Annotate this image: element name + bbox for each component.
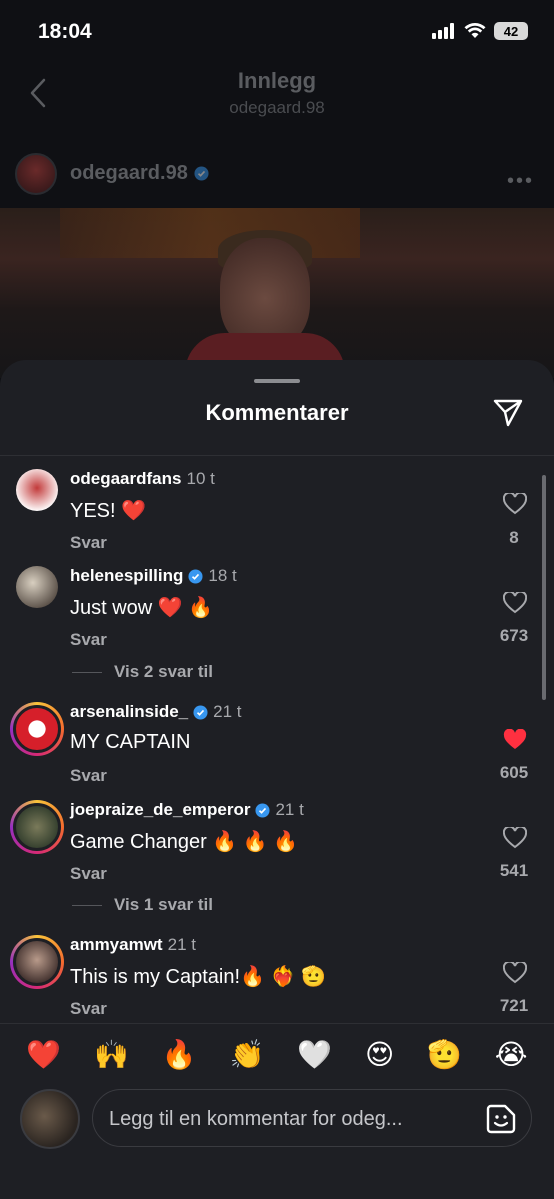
like-count: 721 (499, 996, 529, 1015)
comment-avatar[interactable] (10, 800, 64, 854)
heart-icon[interactable] (502, 590, 528, 619)
comment-username[interactable]: odegaardfans (70, 469, 181, 489)
reply-button[interactable]: Svar (70, 999, 107, 1019)
post-photo (0, 208, 554, 378)
comment-avatar[interactable] (10, 935, 64, 989)
post-avatar[interactable] (15, 153, 57, 195)
comment-username[interactable]: ammyamwt (70, 935, 163, 955)
reply-button[interactable]: Svar (70, 630, 107, 650)
like-count: 541 (499, 861, 529, 880)
reply-button[interactable]: Svar (70, 864, 107, 884)
comment-avatar[interactable] (16, 566, 58, 608)
more-options-icon[interactable]: ••• (507, 170, 534, 193)
comment-input-placeholder: Legg til en kommentar for odeg... (109, 1108, 403, 1130)
comment-header: odegaardfans 10 t (70, 469, 215, 489)
comment-avatar[interactable] (16, 469, 58, 511)
replies-line (72, 904, 102, 906)
compose-bar: Legg til en kommentar for odeg... (0, 1085, 554, 1199)
nav-subtitle: odegaard.98 (229, 98, 325, 117)
nav-header: Innlegg odegaard.98 (0, 62, 554, 132)
comment-username[interactable]: joepraize_de_emperor (70, 800, 250, 820)
comment-text: Game Changer 🔥 🔥 🔥 (70, 831, 299, 853)
heart-icon[interactable] (502, 825, 528, 854)
comment-item: odegaardfans 10 t YES! ❤️ Svar 8 (0, 465, 554, 555)
reaction-emoji[interactable]: 🙌 (94, 1038, 129, 1071)
reaction-emoji[interactable]: 😭 (495, 1038, 528, 1071)
comment-item: arsenalinside_ 21 t MY CAPTAIN Svar 605 (0, 697, 554, 787)
replies-line (72, 671, 102, 673)
heart-filled-icon[interactable] (502, 728, 528, 756)
verified-badge-icon (188, 568, 203, 584)
quick-reactions-bar: ❤️ 🙌 🔥 👏 🤍 😍 🫡 😭 (0, 1023, 554, 1085)
view-more-replies-label: Vis 1 svar til (114, 895, 213, 914)
comment-time: 21 t (275, 800, 304, 819)
reaction-emoji[interactable]: ❤️ (26, 1038, 61, 1071)
view-more-replies[interactable]: Vis 1 svar til (72, 895, 213, 915)
reply-button[interactable]: Svar (70, 766, 107, 786)
comment-input[interactable]: Legg til en kommentar for odeg... (92, 1089, 532, 1147)
comment-text: Just wow ❤️ 🔥 (70, 597, 214, 619)
comment-header: helenespilling 18 t (70, 566, 237, 586)
comment-header: ammyamwt 21 t (70, 935, 196, 955)
reply-button[interactable]: Svar (70, 533, 107, 553)
comment-time: 21 t (213, 702, 242, 721)
reaction-emoji[interactable]: 👏 (230, 1038, 265, 1071)
post-username[interactable]: odegaard.98 (70, 162, 209, 185)
post-background: Innlegg odegaard.98 odegaard.98 ••• (0, 0, 554, 378)
reaction-emoji[interactable]: 🫡 (427, 1038, 462, 1071)
comment-text: YES! ❤️ (70, 500, 147, 522)
comment-header: arsenalinside_ 21 t (70, 702, 241, 722)
comment-time: 18 t (208, 566, 237, 585)
view-more-replies[interactable]: Vis 2 svar til (72, 662, 213, 682)
like-count: 605 (499, 763, 529, 782)
post-header: odegaard.98 ••• (0, 150, 554, 200)
heart-icon[interactable] (502, 960, 528, 989)
verified-badge-icon (193, 704, 208, 720)
like-count: 673 (499, 626, 529, 645)
verified-badge-icon (194, 166, 209, 181)
post-username-text: odegaard.98 (70, 162, 188, 184)
sticker-icon[interactable] (485, 1103, 517, 1140)
share-icon[interactable] (492, 398, 524, 433)
comment-item: ammyamwt 21 t This is my Captain!🔥 ❤️‍🔥 … (0, 930, 554, 1020)
comment-header: joepraize_de_emperor 21 t (70, 800, 304, 820)
comment-text: This is my Captain!🔥 ❤️‍🔥 🫡 (70, 966, 326, 988)
comment-username[interactable]: helenespilling (70, 566, 183, 586)
sheet-drag-handle[interactable] (254, 379, 300, 383)
comment-time: 10 t (186, 469, 215, 488)
verified-badge-icon (255, 802, 270, 818)
comment-text: MY CAPTAIN (70, 731, 191, 753)
user-avatar[interactable] (20, 1089, 80, 1149)
comment-item: joepraize_de_emperor 21 t Game Changer 🔥… (0, 795, 554, 920)
comment-avatar[interactable] (10, 702, 64, 756)
reaction-emoji[interactable]: 😍 (365, 1038, 394, 1071)
reaction-emoji[interactable]: 🤍 (297, 1038, 332, 1071)
reaction-emoji[interactable]: 🔥 (162, 1038, 197, 1071)
comment-time: 21 t (167, 935, 196, 954)
comment-username[interactable]: arsenalinside_ (70, 702, 188, 722)
heart-icon[interactable] (502, 491, 528, 520)
sheet-title: Kommentarer (205, 400, 349, 425)
back-chevron-icon[interactable] (30, 78, 46, 113)
comment-item: helenespilling 18 t Just wow ❤️ 🔥 Svar 6… (0, 562, 554, 687)
view-more-replies-label: Vis 2 svar til (114, 662, 213, 681)
nav-title: Innlegg (237, 68, 317, 93)
like-count: 8 (509, 528, 519, 547)
sheet-divider (0, 455, 554, 456)
